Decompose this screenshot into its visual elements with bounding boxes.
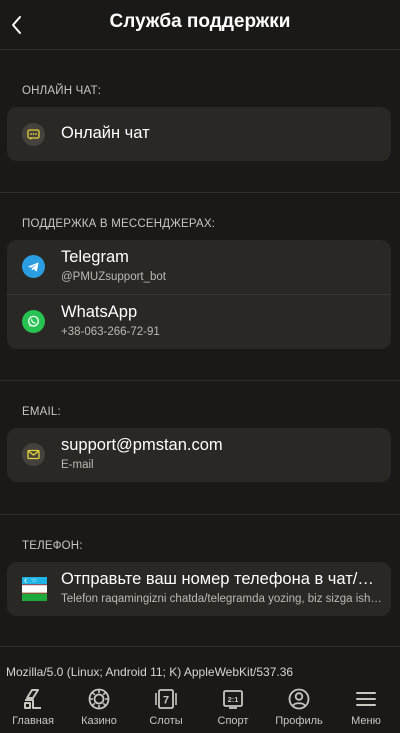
- whatsapp-title: WhatsApp: [61, 303, 138, 321]
- menu-icon: [356, 692, 376, 706]
- section-divider: [0, 192, 400, 193]
- page-title: Служба поддержки: [109, 11, 291, 32]
- tab-menu[interactable]: Меню: [333, 683, 399, 733]
- phone-item[interactable]: Отправьте ваш номер телефона в чат/телег…: [7, 562, 391, 616]
- tab-home[interactable]: Главная: [0, 683, 66, 733]
- phone-subtitle: Telefon raqamingizni chatda/telegramda y…: [61, 593, 385, 605]
- casino-chip-icon: [88, 688, 110, 710]
- slots-icon: 7: [155, 689, 177, 709]
- tab-slots[interactable]: 7 Слоты: [133, 683, 199, 733]
- section-divider: [0, 380, 400, 381]
- whatsapp-number: +38-063-266-72-91: [61, 326, 160, 338]
- section-label-messengers: ПОДДЕРЖКА В МЕССЕНДЖЕРАХ:: [22, 218, 216, 230]
- email-item[interactable]: support@pmstan.com E-mail: [7, 428, 391, 482]
- top-bar: Служба поддержки: [0, 0, 400, 50]
- section-divider: [0, 646, 400, 647]
- online-chat-label: Онлайн чат: [61, 124, 150, 142]
- section-label-online-chat: ОНЛАЙН ЧАТ:: [22, 85, 102, 97]
- score-icon-glyph: 2:1: [228, 695, 239, 704]
- user-agent-text: Mozilla/5.0 (Linux; Android 11; K) Apple…: [6, 665, 294, 679]
- tab-home-label: Главная: [12, 715, 54, 727]
- section-label-email: EMAIL:: [22, 406, 61, 418]
- slots-icon-glyph: 7: [163, 695, 169, 707]
- tab-sport[interactable]: 2:1 Спорт: [200, 683, 266, 733]
- chat-bubble-icon: [22, 123, 45, 146]
- tab-sport-label: Спорт: [217, 715, 249, 727]
- telegram-title: Telegram: [61, 248, 129, 266]
- uzbekistan-flag-icon: [22, 577, 47, 601]
- tab-casino[interactable]: Казино: [66, 683, 132, 733]
- home-icon: [24, 689, 41, 709]
- telegram-icon: [22, 255, 45, 278]
- profile-icon: [288, 688, 310, 710]
- telegram-handle: @PMUZsupport_bot: [61, 271, 166, 283]
- tab-menu-label: Меню: [351, 715, 381, 727]
- messengers-card: Telegram @PMUZsupport_bot WhatsApp +38-0…: [7, 240, 391, 349]
- whatsapp-icon: [22, 310, 45, 333]
- section-label-phone: ТЕЛЕФОН:: [22, 540, 83, 552]
- online-chat-item[interactable]: Онлайн чат: [7, 107, 391, 161]
- email-address: support@pmstan.com: [61, 436, 223, 454]
- phone-card: Отправьте ваш номер телефона в чат/телег…: [7, 562, 391, 616]
- section-divider: [0, 514, 400, 515]
- tab-slots-label: Слоты: [149, 715, 183, 727]
- tab-profile[interactable]: Профиль: [266, 683, 332, 733]
- online-chat-card: Онлайн чат: [7, 107, 391, 161]
- whatsapp-item[interactable]: WhatsApp +38-063-266-72-91: [7, 295, 391, 349]
- email-caption: E-mail: [61, 459, 94, 471]
- bottom-navigation: Главная Казино 7 Слоты 2:1 Спорт Профиль…: [0, 683, 400, 733]
- tab-profile-label: Профиль: [275, 715, 323, 727]
- score-icon: 2:1: [223, 690, 243, 709]
- envelope-icon: [22, 443, 45, 466]
- telegram-item[interactable]: Telegram @PMUZsupport_bot: [7, 240, 391, 294]
- phone-title: Отправьте ваш номер телефона в чат/телег…: [61, 570, 379, 588]
- email-card: support@pmstan.com E-mail: [7, 428, 391, 482]
- tab-casino-label: Казино: [81, 715, 117, 727]
